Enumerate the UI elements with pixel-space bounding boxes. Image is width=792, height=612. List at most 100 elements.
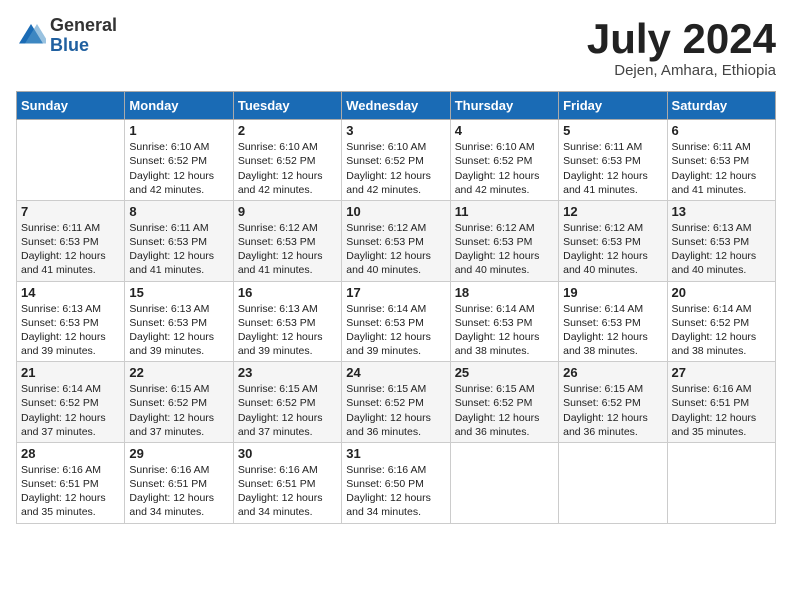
calendar-cell: 7 Sunrise: 6:11 AMSunset: 6:53 PMDaylight… xyxy=(17,200,125,281)
day-info: Sunrise: 6:10 AMSunset: 6:52 PMDaylight:… xyxy=(129,140,228,197)
day-info: Sunrise: 6:14 AMSunset: 6:52 PMDaylight:… xyxy=(672,302,771,359)
day-number: 22 xyxy=(129,365,228,380)
day-info: Sunrise: 6:13 AMSunset: 6:53 PMDaylight:… xyxy=(129,302,228,359)
day-number: 29 xyxy=(129,446,228,461)
calendar-cell: 25 Sunrise: 6:15 AMSunset: 6:52 PMDayligh… xyxy=(450,362,558,443)
calendar-cell: 14 Sunrise: 6:13 AMSunset: 6:53 PMDayligh… xyxy=(17,281,125,362)
calendar-cell: 22 Sunrise: 6:15 AMSunset: 6:52 PMDayligh… xyxy=(125,362,233,443)
day-number: 24 xyxy=(346,365,445,380)
day-info: Sunrise: 6:11 AMSunset: 6:53 PMDaylight:… xyxy=(672,140,771,197)
day-number: 7 xyxy=(21,204,120,219)
calendar-week-row: 21Sunrise: 6:14 AMSunset: 6:52 PMDayligh… xyxy=(17,362,776,443)
logo-icon xyxy=(16,21,46,51)
calendar-cell: 5Sunrise: 6:11 AMSunset: 6:53 PMDaylight… xyxy=(559,120,667,201)
logo-text: General Blue xyxy=(50,16,117,56)
day-info: Sunrise: 6:16 AMSunset: 6:51 PMDaylight:… xyxy=(238,463,337,520)
day-info: Sunrise: 6:10 AMSunset: 6:52 PMDaylight:… xyxy=(346,140,445,197)
calendar-cell: 12 Sunrise: 6:12 AMSunset: 6:53 PMDayligh… xyxy=(559,200,667,281)
day-info: Sunrise: 6:11 AMSunset: 6:53 PMDaylight:… xyxy=(563,140,662,197)
day-info: Sunrise: 6:16 AMSunset: 6:51 PMDaylight:… xyxy=(21,463,120,520)
day-info: Sunrise: 6:14 AMSunset: 6:53 PMDaylight:… xyxy=(563,302,662,359)
logo: General Blue xyxy=(16,16,117,56)
day-number: 30 xyxy=(238,446,337,461)
day-info: Sunrise: 6:16 AMSunset: 6:51 PMDaylight:… xyxy=(672,382,771,439)
calendar-cell xyxy=(559,442,667,523)
day-info: Sunrise: 6:15 AMSunset: 6:52 PMDaylight:… xyxy=(563,382,662,439)
day-number: 12 xyxy=(563,204,662,219)
calendar-cell: 24 Sunrise: 6:15 AMSunset: 6:52 PMDayligh… xyxy=(342,362,450,443)
day-info: Sunrise: 6:13 AMSunset: 6:53 PMDaylight:… xyxy=(672,221,771,278)
calendar-cell: 23 Sunrise: 6:15 AMSunset: 6:52 PMDayligh… xyxy=(233,362,341,443)
day-number: 6 xyxy=(672,123,771,138)
calendar-cell: 18 Sunrise: 6:14 AMSunset: 6:53 PMDayligh… xyxy=(450,281,558,362)
day-number: 14 xyxy=(21,285,120,300)
day-header-friday: Friday xyxy=(559,92,667,120)
day-info: Sunrise: 6:13 AMSunset: 6:53 PMDaylight:… xyxy=(21,302,120,359)
calendar-table: SundayMondayTuesdayWednesdayThursdayFrid… xyxy=(16,91,776,523)
day-info: Sunrise: 6:11 AMSunset: 6:53 PMDaylight:… xyxy=(21,221,120,278)
day-number: 17 xyxy=(346,285,445,300)
day-info: Sunrise: 6:15 AMSunset: 6:52 PMDaylight:… xyxy=(455,382,554,439)
calendar-cell: 13Sunrise: 6:13 AMSunset: 6:53 PMDayligh… xyxy=(667,200,775,281)
day-info: Sunrise: 6:11 AMSunset: 6:53 PMDaylight:… xyxy=(129,221,228,278)
logo-general-text: General xyxy=(50,16,117,36)
calendar-cell xyxy=(17,120,125,201)
calendar-week-row: 7 Sunrise: 6:11 AMSunset: 6:53 PMDaylight… xyxy=(17,200,776,281)
day-info: Sunrise: 6:12 AMSunset: 6:53 PMDaylight:… xyxy=(563,221,662,278)
calendar-cell: 26 Sunrise: 6:15 AMSunset: 6:52 PMDayligh… xyxy=(559,362,667,443)
day-header-wednesday: Wednesday xyxy=(342,92,450,120)
day-info: Sunrise: 6:16 AMSunset: 6:51 PMDaylight:… xyxy=(129,463,228,520)
calendar-cell: 19 Sunrise: 6:14 AMSunset: 6:53 PMDayligh… xyxy=(559,281,667,362)
day-number: 31 xyxy=(346,446,445,461)
day-number: 20 xyxy=(672,285,771,300)
day-header-thursday: Thursday xyxy=(450,92,558,120)
day-number: 15 xyxy=(129,285,228,300)
calendar-cell: 31Sunrise: 6:16 AMSunset: 6:50 PMDayligh… xyxy=(342,442,450,523)
day-number: 8 xyxy=(129,204,228,219)
calendar-cell: 10Sunrise: 6:12 AMSunset: 6:53 PMDayligh… xyxy=(342,200,450,281)
calendar-cell: 16Sunrise: 6:13 AMSunset: 6:53 PMDayligh… xyxy=(233,281,341,362)
calendar-cell: 3 Sunrise: 6:10 AMSunset: 6:52 PMDaylight… xyxy=(342,120,450,201)
day-number: 26 xyxy=(563,365,662,380)
calendar-cell: 4Sunrise: 6:10 AMSunset: 6:52 PMDaylight… xyxy=(450,120,558,201)
calendar-cell: 2Sunrise: 6:10 AMSunset: 6:52 PMDaylight… xyxy=(233,120,341,201)
calendar-cell: 17 Sunrise: 6:14 AMSunset: 6:53 PMDayligh… xyxy=(342,281,450,362)
calendar-cell: 11 Sunrise: 6:12 AMSunset: 6:53 PMDayligh… xyxy=(450,200,558,281)
day-info: Sunrise: 6:12 AMSunset: 6:53 PMDaylight:… xyxy=(455,221,554,278)
day-number: 19 xyxy=(563,285,662,300)
calendar-cell: 30 Sunrise: 6:16 AMSunset: 6:51 PMDayligh… xyxy=(233,442,341,523)
day-number: 9 xyxy=(238,204,337,219)
day-number: 1 xyxy=(129,123,228,138)
day-info: Sunrise: 6:12 AMSunset: 6:53 PMDaylight:… xyxy=(346,221,445,278)
day-header-saturday: Saturday xyxy=(667,92,775,120)
calendar-cell: 9Sunrise: 6:12 AMSunset: 6:53 PMDaylight… xyxy=(233,200,341,281)
day-info: Sunrise: 6:13 AMSunset: 6:53 PMDaylight:… xyxy=(238,302,337,359)
day-header-tuesday: Tuesday xyxy=(233,92,341,120)
calendar-cell: 21Sunrise: 6:14 AMSunset: 6:52 PMDayligh… xyxy=(17,362,125,443)
calendar-cell: 27Sunrise: 6:16 AMSunset: 6:51 PMDayligh… xyxy=(667,362,775,443)
day-info: Sunrise: 6:14 AMSunset: 6:53 PMDaylight:… xyxy=(455,302,554,359)
day-info: Sunrise: 6:15 AMSunset: 6:52 PMDaylight:… xyxy=(129,382,228,439)
day-number: 11 xyxy=(455,204,554,219)
calendar-cell xyxy=(667,442,775,523)
day-info: Sunrise: 6:14 AMSunset: 6:53 PMDaylight:… xyxy=(346,302,445,359)
calendar-cell: 28Sunrise: 6:16 AMSunset: 6:51 PMDayligh… xyxy=(17,442,125,523)
day-number: 23 xyxy=(238,365,337,380)
day-info: Sunrise: 6:15 AMSunset: 6:52 PMDaylight:… xyxy=(238,382,337,439)
logo-blue-text: Blue xyxy=(50,36,117,56)
calendar-cell: 20 Sunrise: 6:14 AMSunset: 6:52 PMDayligh… xyxy=(667,281,775,362)
day-number: 3 xyxy=(346,123,445,138)
day-number: 2 xyxy=(238,123,337,138)
calendar-cell: 6 Sunrise: 6:11 AMSunset: 6:53 PMDaylight… xyxy=(667,120,775,201)
month-title: July 2024 xyxy=(587,16,776,62)
calendar-week-row: 1 Sunrise: 6:10 AMSunset: 6:52 PMDaylight… xyxy=(17,120,776,201)
day-info: Sunrise: 6:15 AMSunset: 6:52 PMDaylight:… xyxy=(346,382,445,439)
day-number: 4 xyxy=(455,123,554,138)
calendar-week-row: 28Sunrise: 6:16 AMSunset: 6:51 PMDayligh… xyxy=(17,442,776,523)
day-number: 25 xyxy=(455,365,554,380)
page-header: General Blue July 2024 Dejen, Amhara, Et… xyxy=(16,16,776,79)
day-number: 18 xyxy=(455,285,554,300)
day-header-sunday: Sunday xyxy=(17,92,125,120)
calendar-week-row: 14 Sunrise: 6:13 AMSunset: 6:53 PMDayligh… xyxy=(17,281,776,362)
title-block: July 2024 Dejen, Amhara, Ethiopia xyxy=(587,16,776,79)
